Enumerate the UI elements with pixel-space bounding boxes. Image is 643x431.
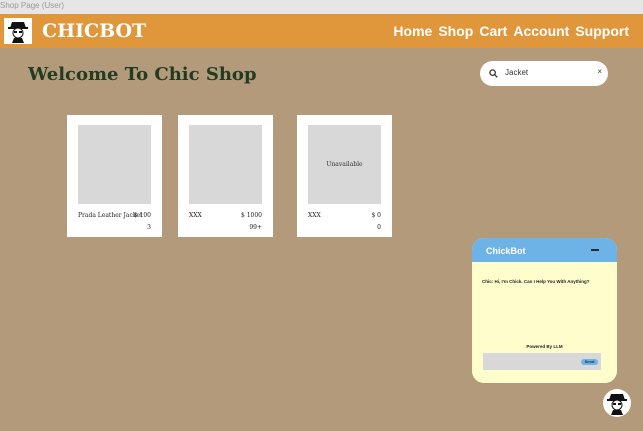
product-price: $ 1000 [241, 212, 262, 219]
product-stock: 99+ [249, 224, 262, 231]
product-stock: 3 [147, 224, 151, 231]
chatbot-launcher-button[interactable] [603, 389, 631, 417]
clear-search-button[interactable]: × [597, 67, 602, 76]
bot-avatar-icon [607, 394, 627, 415]
product-stock: 0 [377, 224, 381, 231]
product-card[interactable]: Prada Leather Jacket $ 100 3 [67, 115, 162, 237]
product-price: $ 0 [371, 212, 381, 219]
nav-shop[interactable]: Shop [438, 22, 473, 40]
send-button[interactable]: Send [581, 359, 598, 365]
nav-account[interactable]: Account [513, 22, 569, 40]
chat-widget: ChickBot Chic: Hi, I'm Chick. Can I Help… [472, 238, 617, 383]
main-nav: Home Shop Cart Account Support [393, 22, 629, 40]
product-image[interactable] [189, 125, 262, 204]
product-image[interactable] [78, 125, 151, 204]
nav-home[interactable]: Home [393, 22, 432, 40]
minimize-icon[interactable] [591, 249, 599, 251]
product-price: $ 100 [133, 212, 151, 219]
top-navigation-bar: CHICBOT Home Shop Cart Account Support [0, 14, 643, 48]
search-input[interactable]: Jacket × [480, 61, 608, 86]
product-card[interactable]: Unavailable XXX $ 0 0 [297, 115, 392, 237]
frame-title: Shop Page (User) [0, 0, 643, 14]
product-name: XXX [308, 212, 321, 219]
detective-avatar-icon [8, 22, 28, 43]
nav-support[interactable]: Support [575, 22, 629, 40]
chat-message: Chic: Hi, I'm Chick. Can I Help You With… [482, 279, 590, 284]
search-icon [489, 69, 498, 78]
logo[interactable] [4, 18, 32, 44]
brand-title: CHICBOT [42, 20, 147, 42]
product-name: XXX [189, 212, 202, 219]
product-image[interactable]: Unavailable [308, 125, 381, 204]
chat-title: ChickBot [486, 246, 526, 256]
powered-by-label: Powered By LLM [526, 344, 563, 349]
page-title: Welcome To Chic Shop [28, 64, 257, 85]
nav-cart[interactable]: Cart [479, 22, 507, 40]
product-card[interactable]: XXX $ 1000 99+ [178, 115, 273, 237]
search-value[interactable]: Jacket [505, 68, 528, 77]
product-name: Prada Leather Jacket [78, 212, 143, 219]
